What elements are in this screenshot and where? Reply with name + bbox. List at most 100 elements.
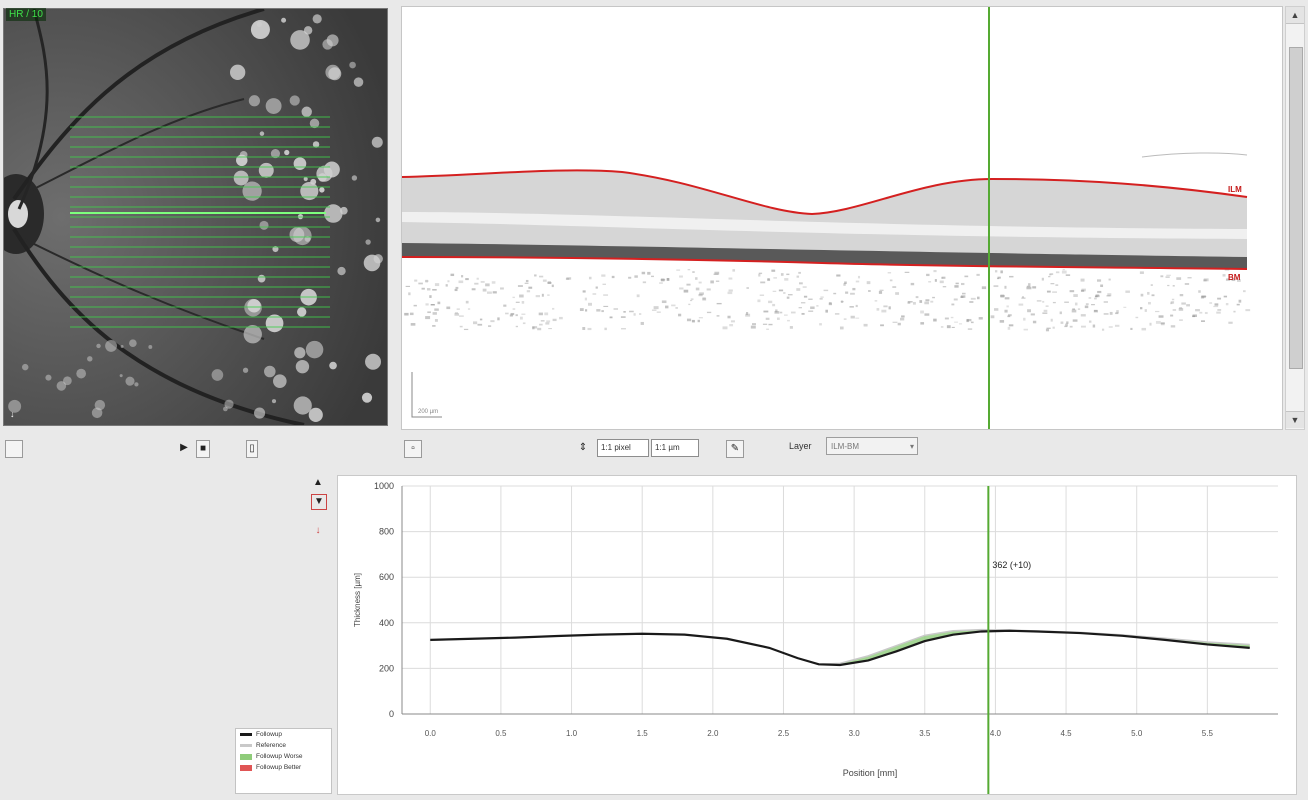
choroid-speckle <box>1085 303 1089 306</box>
svg-text:↓: ↓ <box>10 409 15 419</box>
bscan-view[interactable]: ILM BM 200 µm <box>401 6 1283 430</box>
choroid-speckle <box>471 288 476 291</box>
marker-icon[interactable]: ↓ <box>311 524 325 538</box>
choroid-speckle <box>656 311 661 313</box>
choroid-speckle <box>1023 317 1026 321</box>
layer-select[interactable]: ILM-BM ▾ <box>826 437 918 455</box>
choroid-speckle <box>962 292 966 295</box>
y-tick-label: 800 <box>379 527 394 537</box>
choroid-speckle <box>521 301 525 304</box>
choroid-speckle <box>1094 297 1097 300</box>
druse <box>373 254 383 264</box>
choroid-speckle <box>878 291 883 294</box>
choroid-speckle <box>1217 309 1222 311</box>
choroid-speckle <box>920 310 924 314</box>
choroid-speckle <box>774 311 780 314</box>
choroid-speckle <box>634 275 638 278</box>
pixel-scale-field[interactable]: 1:1 pixel <box>597 439 649 457</box>
choroid-speckle <box>850 315 855 319</box>
choroid-speckle <box>596 309 601 312</box>
choroid-speckle <box>1032 320 1037 324</box>
micron-scale-field[interactable]: 1:1 µm <box>651 439 699 457</box>
choroid-speckle <box>582 327 586 330</box>
y-tick-label: 200 <box>379 663 394 673</box>
choroid-speckle <box>579 308 584 312</box>
choroid-speckle <box>588 302 593 306</box>
choroid-speckle <box>1200 296 1205 299</box>
choroid-speckle <box>1114 324 1120 327</box>
choroid-speckle <box>1225 303 1229 306</box>
choroid-speckle <box>1245 309 1251 312</box>
split-view-icon[interactable]: ▯ <box>246 440 258 458</box>
choroid-speckle <box>476 277 479 280</box>
choroid-speckle <box>702 297 706 300</box>
save-icon[interactable]: ■ <box>196 440 210 458</box>
thickness-chart[interactable]: 0 200 400 600 800 1000 0.0 0.5 1.0 1.5 2.0 2.5 3.0 3.… <box>337 475 1297 795</box>
choroid-speckle <box>892 321 898 323</box>
druse <box>242 181 262 201</box>
scroll-thumb[interactable] <box>1289 47 1303 369</box>
choroid-speckle <box>659 282 663 284</box>
choroid-speckle <box>565 278 570 280</box>
choroid-speckle <box>410 323 416 326</box>
fundus-option-button[interactable] <box>5 440 23 458</box>
choroid-speckle <box>778 289 784 292</box>
choroid-speckle <box>1101 328 1105 331</box>
choroid-speckle <box>839 326 844 330</box>
choroid-speckle <box>729 324 734 327</box>
choroid-speckle <box>1021 296 1024 298</box>
choroid-speckle <box>823 289 829 292</box>
choroid-speckle <box>603 294 609 296</box>
choroid-speckle <box>1095 294 1100 298</box>
choroid-speckle <box>955 282 959 285</box>
choroid-speckle <box>1052 301 1056 304</box>
bm-label: BM <box>1228 273 1241 282</box>
choroid-speckle <box>706 311 712 314</box>
choroid-speckle <box>1179 293 1184 297</box>
choroid-speckle <box>967 328 973 330</box>
choroid-speckle <box>1092 324 1096 328</box>
fundus-image[interactable]: ↓ <box>3 8 388 426</box>
choroid-speckle <box>603 305 609 307</box>
choroid-speckle <box>459 315 464 317</box>
druse <box>297 307 307 317</box>
choroid-speckle <box>825 309 828 313</box>
choroid-speckle <box>773 277 777 279</box>
choroid-speckle <box>477 323 483 326</box>
scroll-up-button[interactable]: ▲ <box>1286 7 1304 24</box>
choroid-speckle <box>1018 303 1024 306</box>
play-icon[interactable]: ▶ <box>178 440 190 456</box>
choroid-speckle <box>548 328 552 330</box>
choroid-speckle <box>970 297 976 300</box>
choroid-speckle <box>688 303 691 306</box>
druse <box>322 39 333 50</box>
choroid-speckle <box>880 324 884 327</box>
choroid-speckle <box>503 304 507 307</box>
choroid-speckle <box>698 281 702 284</box>
choroid-speckle <box>686 318 692 322</box>
layer-edit-icon[interactable]: ✎ <box>726 440 744 458</box>
arrow-down-icon[interactable]: ▼ <box>311 494 327 510</box>
choroid-speckle <box>796 288 801 291</box>
bscan-scrollbar[interactable]: ▲ ▼ <box>1285 6 1305 430</box>
choroid-speckle <box>430 304 435 306</box>
choroid-speckle <box>636 294 640 298</box>
druse <box>258 162 274 178</box>
druse <box>233 170 249 186</box>
choroid-speckle <box>679 275 683 278</box>
bscan-option-button[interactable]: ▫ <box>404 440 422 458</box>
choroid-speckle <box>1069 325 1073 328</box>
chevron-down-icon: ▾ <box>909 442 914 451</box>
choroid-speckle <box>524 282 529 284</box>
druse <box>265 98 282 114</box>
choroid-speckle <box>1141 327 1147 331</box>
choroid-speckle <box>1052 326 1055 329</box>
scroll-down-button[interactable]: ▼ <box>1286 411 1304 428</box>
choroid-speckle <box>1172 309 1177 311</box>
choroid-speckle <box>676 269 681 271</box>
choroid-speckle <box>1069 290 1075 293</box>
arrow-up-icon[interactable]: ▲ <box>311 476 325 490</box>
choroid-speckle <box>490 320 495 323</box>
choroid-speckle <box>904 271 910 273</box>
choroid-speckle <box>446 306 451 310</box>
